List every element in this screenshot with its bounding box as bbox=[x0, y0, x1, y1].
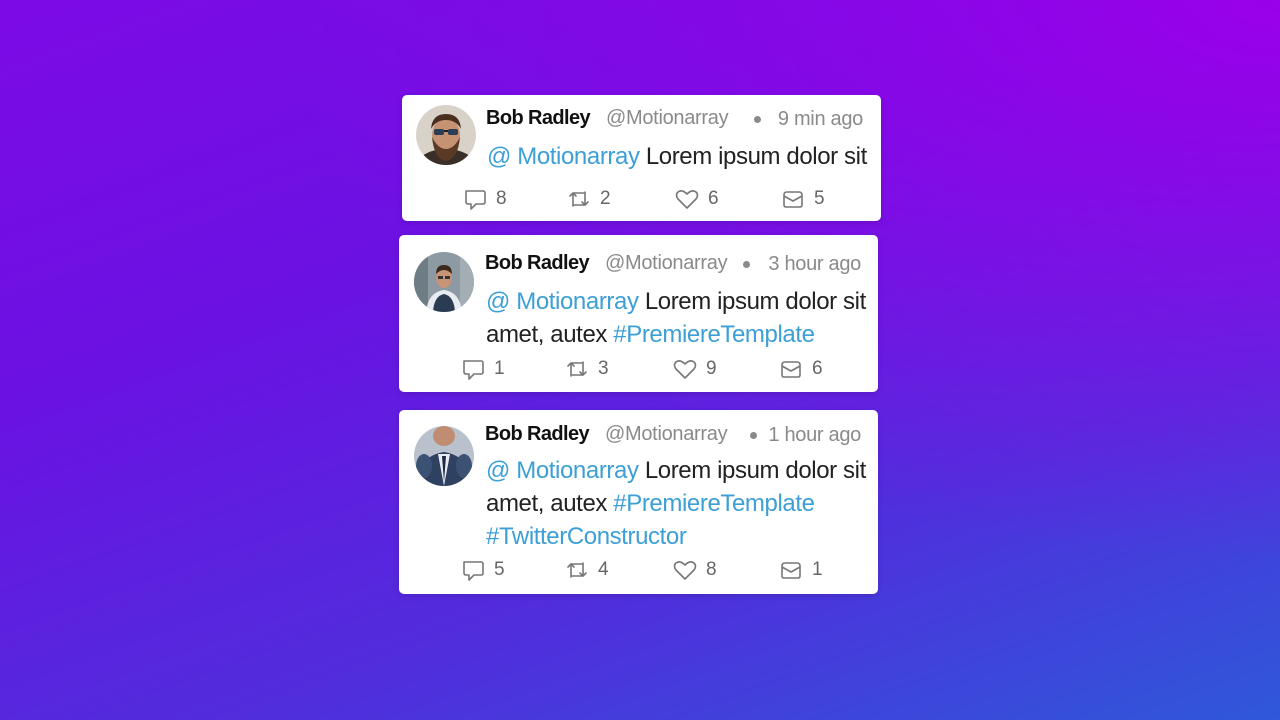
tweet-text: @ Motionarray Lorem ipsum dolor sit amet… bbox=[486, 285, 876, 351]
user-handle[interactable]: @Motionarray bbox=[605, 423, 728, 446]
retweet-button[interactable]: 4 bbox=[564, 557, 609, 583]
retweet-button[interactable]: 2 bbox=[566, 186, 611, 212]
tweet-header: Bob Radley @Motionarray 9 min ago bbox=[486, 107, 863, 133]
reply-count: 1 bbox=[494, 358, 505, 379]
retweet-icon bbox=[567, 361, 587, 377]
tweet-card: Bob Radley @Motionarray 3 hour ago @ Mot… bbox=[399, 235, 878, 392]
timestamp[interactable]: 9 min ago bbox=[778, 108, 863, 131]
avatar[interactable] bbox=[414, 426, 474, 486]
message-button[interactable]: 1 bbox=[778, 557, 823, 583]
separator-dot bbox=[754, 116, 761, 123]
user-handle[interactable]: @Motionarray bbox=[606, 107, 729, 130]
timestamp[interactable]: 1 hour ago bbox=[768, 424, 861, 447]
tweet-card: Bob Radley @Motionarray 9 min ago @ Moti… bbox=[402, 95, 881, 221]
mention-link[interactable]: @ Motionarray bbox=[486, 457, 639, 484]
reply-icon bbox=[465, 190, 486, 210]
reply-icon bbox=[463, 561, 484, 581]
message-button[interactable]: 6 bbox=[778, 356, 823, 382]
retweet-count: 2 bbox=[600, 188, 611, 209]
timestamp[interactable]: 3 hour ago bbox=[768, 253, 861, 276]
user-name[interactable]: Bob Radley bbox=[486, 107, 591, 130]
like-count: 9 bbox=[706, 358, 717, 379]
user-name[interactable]: Bob Radley bbox=[485, 252, 590, 275]
like-count: 8 bbox=[706, 559, 717, 580]
separator-dot bbox=[743, 261, 750, 268]
retweet-count: 3 bbox=[598, 358, 609, 379]
like-button[interactable]: 6 bbox=[674, 186, 719, 212]
message-count: 1 bbox=[812, 559, 823, 580]
tweet-header: Bob Radley @Motionarray 3 hour ago bbox=[485, 252, 861, 278]
like-button[interactable]: 9 bbox=[672, 356, 717, 382]
retweet-icon bbox=[567, 562, 587, 578]
retweet-icon bbox=[569, 191, 589, 207]
like-button[interactable]: 8 bbox=[672, 557, 717, 583]
reply-button[interactable]: 1 bbox=[460, 356, 505, 382]
hashtag-link[interactable]: #PremiereTemplate bbox=[613, 490, 815, 517]
tweet-body: Lorem ipsum dolor sit bbox=[639, 143, 867, 170]
hashtag-link[interactable]: #PremiereTemplate bbox=[613, 321, 815, 348]
retweet-button[interactable]: 3 bbox=[564, 356, 609, 382]
reply-button[interactable]: 5 bbox=[460, 557, 505, 583]
hashtag-link[interactable]: #TwitterConstructor bbox=[486, 523, 687, 550]
message-button[interactable]: 5 bbox=[780, 186, 825, 212]
avatar[interactable] bbox=[414, 252, 474, 312]
reply-icon bbox=[463, 360, 484, 380]
reply-count: 5 bbox=[494, 559, 505, 580]
tweet-card: Bob Radley @Motionarray 1 hour ago @ Mot… bbox=[399, 410, 878, 594]
tweet-text: @ Motionarray Lorem ipsum dolor sit bbox=[487, 140, 877, 173]
envelope-icon bbox=[781, 361, 801, 378]
tweet-text: @ Motionarray Lorem ipsum dolor sit amet… bbox=[486, 454, 876, 553]
reply-count: 8 bbox=[496, 188, 507, 209]
heart-icon bbox=[673, 561, 697, 580]
user-handle[interactable]: @Motionarray bbox=[605, 252, 728, 275]
mention-link[interactable]: @ Motionarray bbox=[486, 288, 639, 315]
heart-icon bbox=[673, 360, 697, 379]
separator-dot bbox=[750, 432, 757, 439]
message-count: 5 bbox=[814, 188, 825, 209]
avatar[interactable] bbox=[416, 105, 476, 165]
envelope-icon bbox=[783, 191, 803, 208]
reply-button[interactable]: 8 bbox=[462, 186, 507, 212]
message-count: 6 bbox=[812, 358, 823, 379]
mention-link[interactable]: @ Motionarray bbox=[487, 143, 640, 170]
heart-icon bbox=[675, 190, 699, 209]
tweet-header: Bob Radley @Motionarray 1 hour ago bbox=[485, 423, 861, 449]
envelope-icon bbox=[781, 562, 801, 579]
user-name[interactable]: Bob Radley bbox=[485, 423, 590, 446]
retweet-count: 4 bbox=[598, 559, 609, 580]
like-count: 6 bbox=[708, 188, 719, 209]
